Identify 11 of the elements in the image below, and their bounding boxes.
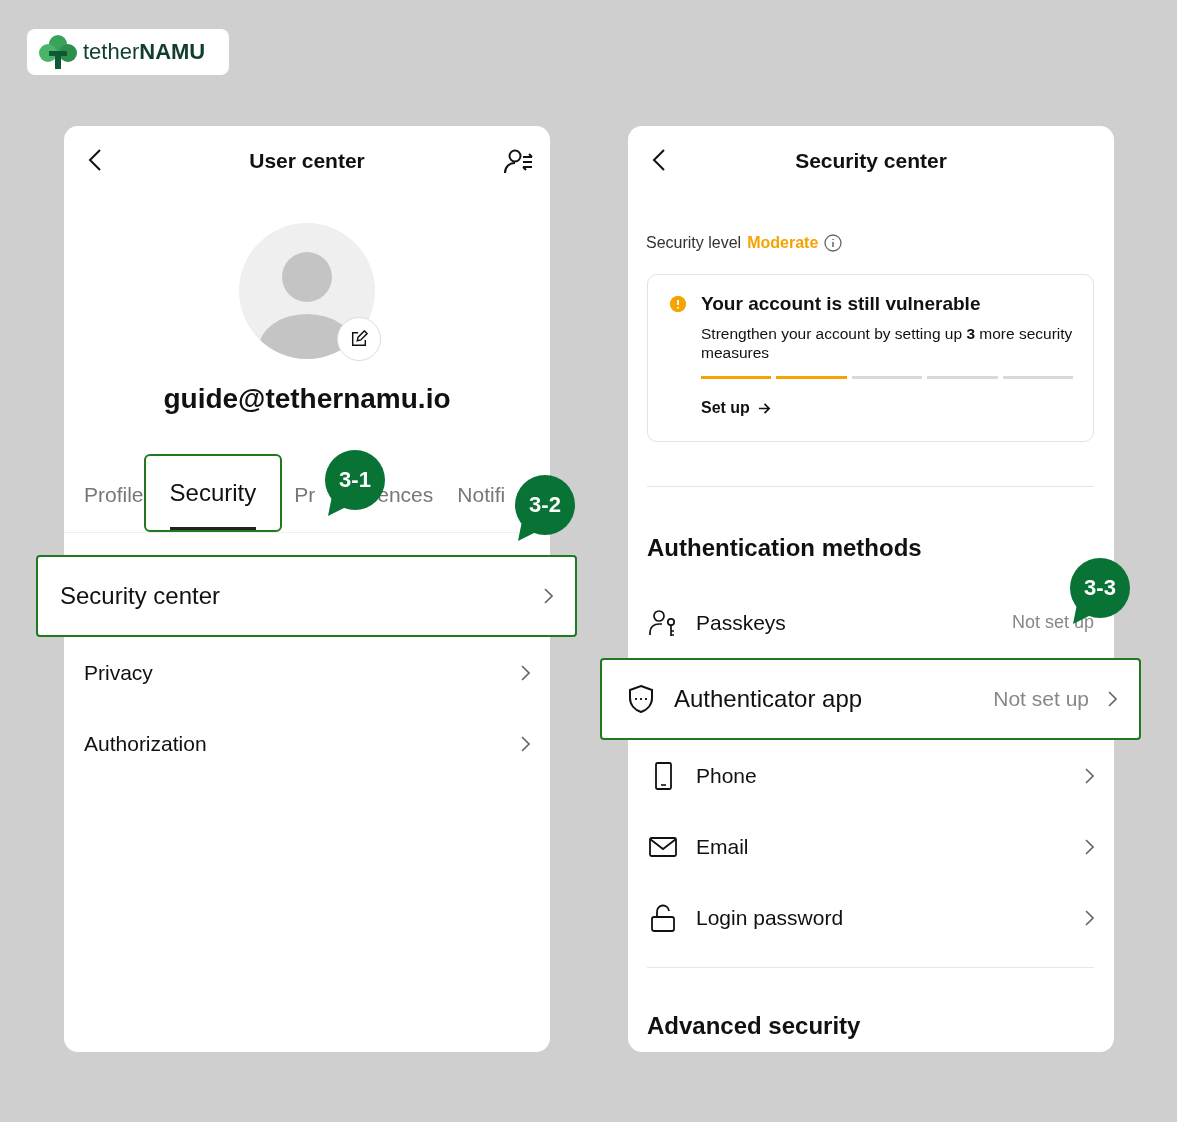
logo-text: tetherNAMU — [83, 39, 206, 65]
page-title: User center — [249, 149, 365, 173]
alert-title: Your account is still vulnerable — [701, 293, 981, 315]
security-level-value: Moderate — [747, 234, 819, 252]
page-title: Security center — [795, 149, 947, 173]
section-heading: Advanced security — [647, 1012, 862, 1040]
status-text: Not set up — [993, 687, 1089, 711]
security-level-label: Security level — [646, 234, 742, 252]
section-heading: Authentication methods — [647, 534, 923, 562]
account-email: guide@tethernamu.io — [163, 383, 451, 415]
alert-text: Strengthen your account by setting up 3 more security measures — [701, 324, 1073, 362]
